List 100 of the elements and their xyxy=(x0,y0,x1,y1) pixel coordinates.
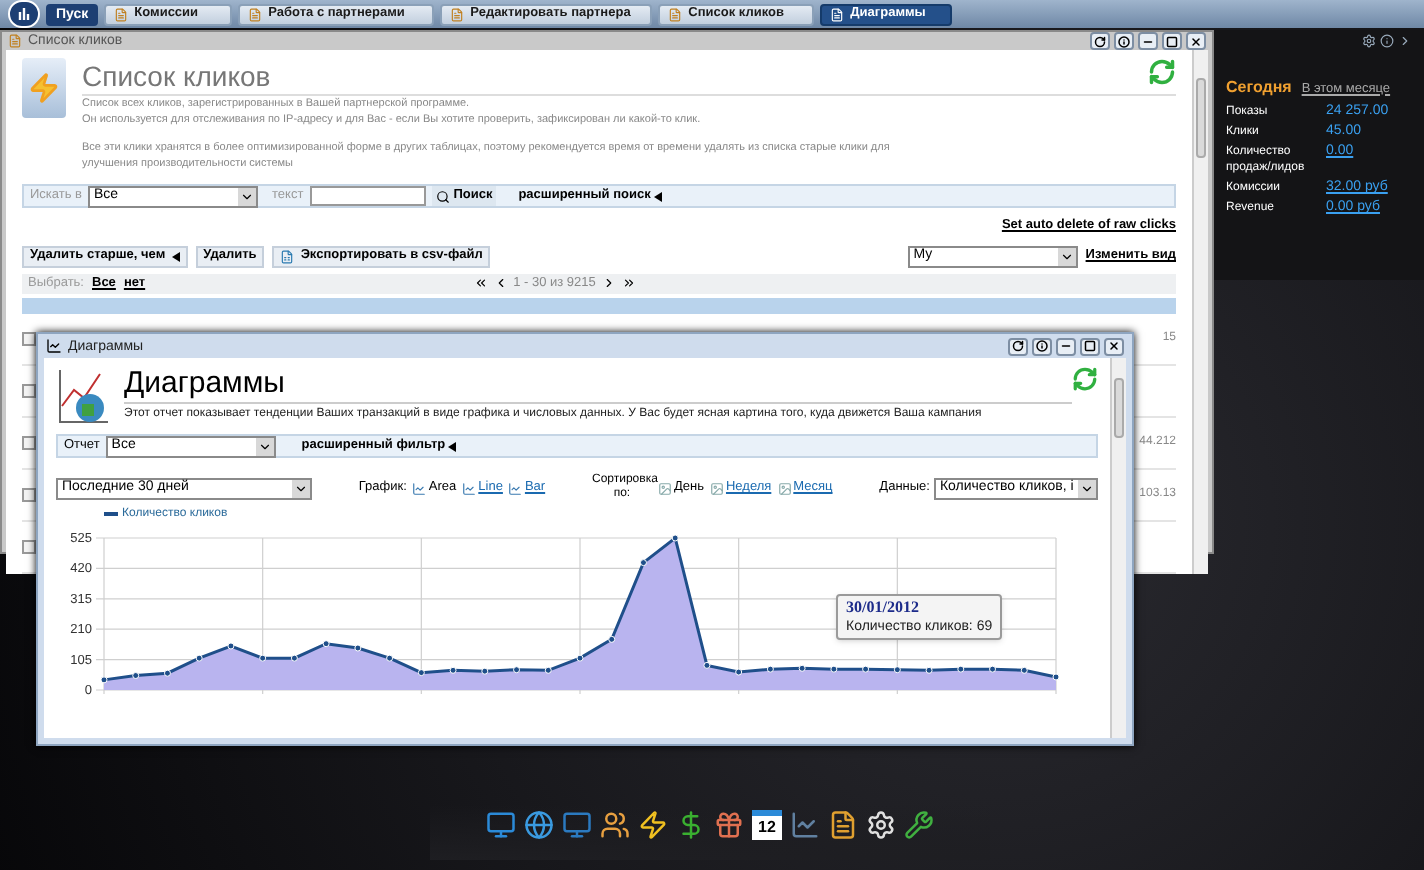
data-point xyxy=(735,668,743,676)
maximize-icon xyxy=(1084,340,1096,352)
data-point xyxy=(989,665,997,673)
data-point xyxy=(1052,673,1060,681)
page-heading: Диаграммы xyxy=(124,366,1072,404)
document-icon xyxy=(450,7,465,21)
chart-icon xyxy=(46,338,62,354)
maximize-button[interactable] xyxy=(1162,32,1182,50)
data-point xyxy=(322,640,330,648)
gift-icon[interactable] xyxy=(714,810,744,840)
previous-page-button[interactable] xyxy=(493,276,508,291)
document-icon xyxy=(114,7,129,21)
data-point xyxy=(290,654,298,662)
close-icon xyxy=(1108,340,1120,352)
data-point xyxy=(703,661,711,669)
data-point xyxy=(766,665,774,673)
document-icon xyxy=(8,34,22,48)
data-point xyxy=(830,665,838,673)
row-checkbox[interactable] xyxy=(22,383,36,398)
maximize-button[interactable] xyxy=(1080,337,1100,355)
dollar-icon[interactable] xyxy=(676,810,706,840)
info-icon[interactable] xyxy=(1380,34,1394,48)
data-point xyxy=(417,669,425,677)
caret-icon xyxy=(654,191,663,201)
line-chart-icon xyxy=(462,481,477,495)
search-field[interactable] xyxy=(309,186,426,206)
next-page-button[interactable] xyxy=(601,276,616,291)
data-point xyxy=(862,665,870,673)
document-icon xyxy=(830,7,845,21)
image-icon xyxy=(709,481,724,495)
data-point xyxy=(100,676,108,684)
document-icon xyxy=(668,7,683,21)
gears-icon[interactable] xyxy=(866,810,896,840)
reload-icon xyxy=(1012,340,1024,352)
data-point xyxy=(513,666,521,674)
data-point xyxy=(386,654,394,662)
row-checkbox[interactable] xyxy=(22,487,36,502)
data-point xyxy=(1020,666,1028,674)
minimize-icon xyxy=(1060,340,1072,352)
row-checkbox[interactable] xyxy=(22,331,36,346)
reload-icon xyxy=(1094,35,1106,47)
lightning-document-icon xyxy=(22,58,66,118)
chart-globe-icon xyxy=(56,366,112,426)
data-point xyxy=(957,665,965,673)
settings-icon[interactable] xyxy=(1362,34,1376,48)
chart-icon[interactable] xyxy=(790,810,820,840)
last-page-button[interactable] xyxy=(621,276,636,291)
data-point xyxy=(671,534,679,542)
document-icon[interactable] xyxy=(828,810,858,840)
data-point xyxy=(576,654,584,662)
users-icon[interactable] xyxy=(600,810,630,840)
tooltip-date: 30/01/2012 xyxy=(846,598,921,618)
close-icon xyxy=(1190,35,1202,47)
caret-icon xyxy=(447,441,456,451)
line-chart-icon xyxy=(508,481,523,495)
data-point xyxy=(227,642,235,650)
caret-icon xyxy=(171,251,180,262)
info-button[interactable] xyxy=(1032,337,1052,355)
page-heading: Список кликов xyxy=(82,58,271,94)
refresh-icon[interactable] xyxy=(1072,366,1098,392)
document-icon xyxy=(248,7,263,21)
lightning-icon[interactable] xyxy=(638,810,668,840)
data-point xyxy=(354,644,362,652)
search-icon xyxy=(435,189,450,203)
data-point xyxy=(925,666,933,674)
data-point xyxy=(449,666,457,674)
info-button[interactable] xyxy=(1114,32,1134,50)
data-point xyxy=(132,672,140,679)
data-point xyxy=(259,654,267,662)
close-button[interactable] xyxy=(1104,337,1124,355)
data-point xyxy=(893,666,901,674)
row-checkbox[interactable] xyxy=(22,435,36,450)
spreadsheet-icon xyxy=(280,249,295,264)
maximize-icon xyxy=(1166,35,1178,47)
stats-tab[interactable]: Сегодня xyxy=(1226,80,1292,96)
data-point xyxy=(163,669,171,677)
globe-icon[interactable] xyxy=(524,810,554,840)
first-page-button[interactable] xyxy=(473,276,488,291)
data-point xyxy=(639,559,647,567)
data-point xyxy=(544,666,552,674)
line-chart-icon xyxy=(412,481,427,495)
minimize-button[interactable] xyxy=(1056,337,1076,355)
image-icon xyxy=(657,481,672,495)
info-icon xyxy=(1036,340,1048,352)
monitor-icon[interactable] xyxy=(486,810,516,840)
reload-button[interactable] xyxy=(1008,337,1028,355)
monitor-icon[interactable] xyxy=(562,810,592,840)
info-icon xyxy=(1118,35,1130,47)
data-point xyxy=(481,667,489,675)
reload-button[interactable] xyxy=(1090,32,1110,50)
close-button[interactable] xyxy=(1186,32,1206,50)
data-point xyxy=(608,635,616,643)
calendar-icon[interactable]: 12 xyxy=(752,810,782,840)
minimize-button[interactable] xyxy=(1138,32,1158,50)
logo-icon[interactable] xyxy=(8,0,40,28)
data-point xyxy=(798,664,806,672)
row-checkbox[interactable] xyxy=(22,539,36,554)
data-point xyxy=(195,654,203,662)
wrench-icon[interactable] xyxy=(904,810,934,840)
minimize-icon xyxy=(1142,35,1154,47)
